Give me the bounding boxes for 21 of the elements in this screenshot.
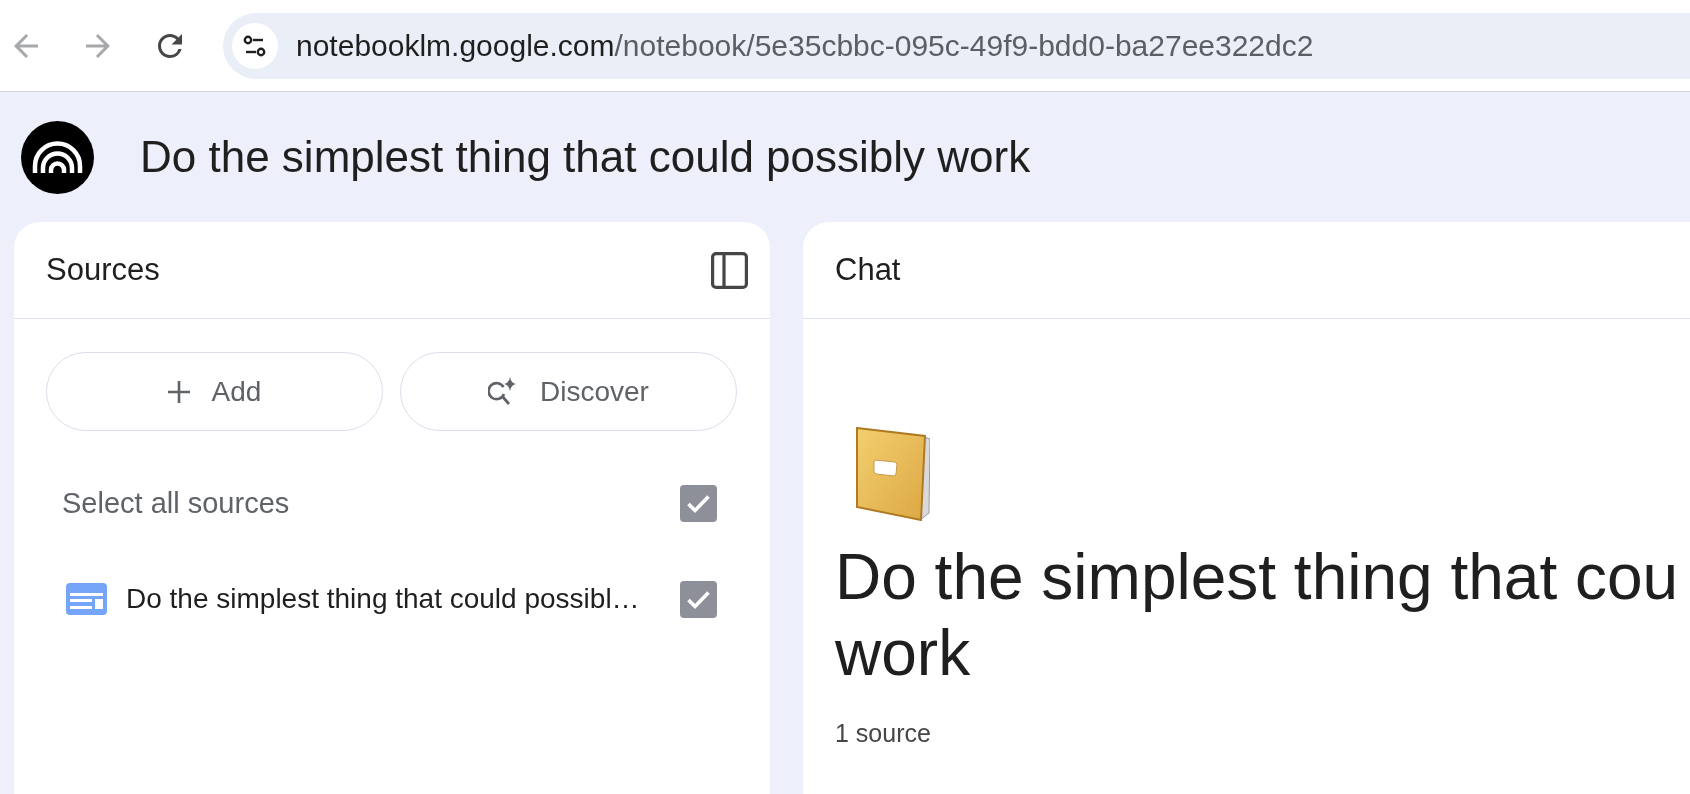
arcs-logo-icon[interactable]: [21, 120, 94, 194]
select-all-label: Select all sources: [62, 486, 290, 520]
add-button[interactable]: Add: [46, 352, 383, 431]
notebook-heading: Do the simplest thing that cou: [835, 540, 1680, 615]
url-text: notebooklm.google.com/notebook/5e35cbbc-095c-49f9-bdd0-ba27ee322dc2: [296, 28, 1314, 63]
checkbox[interactable]: [680, 484, 717, 522]
notebook-title: Do the simplest thing that could possibly work: [140, 132, 1031, 182]
reload-icon[interactable]: [158, 33, 182, 58]
panel-title: Sources: [46, 252, 160, 288]
sliders-icon[interactable]: [232, 22, 278, 69]
discover-button[interactable]: Discover: [400, 352, 737, 431]
layout-tile-icon: [66, 583, 107, 615]
plus-icon: [167, 380, 190, 403]
source-count: 1 source: [835, 719, 932, 748]
notebook-heading: work: [835, 616, 972, 691]
side-panel-icon[interactable]: [711, 251, 748, 289]
panel-title: Chat: [835, 252, 901, 288]
notebook-icon: [855, 427, 930, 521]
address-bar[interactable]: notebooklm.google.com/notebook/5e35cbbc-095c-49f9-bdd0-ba27ee322dc2: [223, 12, 1690, 79]
checkbox[interactable]: [680, 580, 717, 618]
source-title[interactable]: Do the simplest thing that could possibl…: [126, 583, 680, 615]
